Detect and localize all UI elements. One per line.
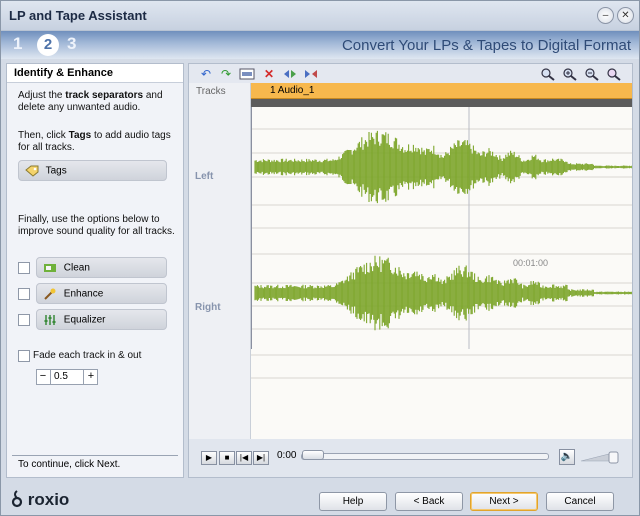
tags-text: Then, click Tags to add audio tags for a…: [18, 130, 171, 153]
transport-bar: ▶ ■ |◀ ▶| 0:00 🔈: [189, 439, 632, 477]
tag-icon: [25, 165, 39, 177]
track-name: 1 Audio_1: [270, 85, 315, 96]
editor-panel: ↶ ↷ ✕ Tracks Left Right 1 Audio_1 00:01:…: [188, 63, 633, 478]
clean-checkbox[interactable]: [18, 262, 30, 274]
intro-text: Adjust the track separators and delete a…: [18, 90, 163, 113]
undo-icon[interactable]: ↶: [198, 67, 214, 81]
equalizer-icon: [44, 315, 56, 325]
help-button[interactable]: Help: [319, 492, 387, 511]
track-segment[interactable]: 1 Audio_1: [251, 83, 632, 99]
panel-title: Identify & Enhance: [7, 64, 183, 83]
minimize-icon[interactable]: –: [597, 7, 614, 24]
zoom-fit-icon[interactable]: [540, 67, 556, 81]
right-channel-label: Right: [195, 302, 221, 313]
right-channel-waveform[interactable]: [254, 255, 633, 331]
enhance-wand-icon: [44, 288, 56, 300]
volume-slider[interactable]: [579, 449, 621, 465]
play-icon[interactable]: ▶: [201, 451, 217, 465]
waveform-display[interactable]: [250, 107, 633, 439]
roxio-logo: roxio: [11, 490, 69, 510]
close-icon[interactable]: ✕: [617, 7, 634, 24]
redo-icon[interactable]: ↷: [218, 67, 234, 81]
tracks-label: Tracks: [196, 86, 226, 97]
position-slider-handle[interactable]: [302, 450, 324, 460]
step-2-current: 2: [37, 34, 59, 56]
identify-enhance-panel: Identify & Enhance Adjust the track sepa…: [6, 63, 184, 478]
position-slider[interactable]: [301, 453, 549, 460]
delete-icon[interactable]: ✕: [261, 67, 277, 81]
step-3: 3: [67, 34, 77, 53]
logo-text: roxio: [27, 490, 70, 509]
decrement-button[interactable]: −: [37, 370, 49, 384]
timecode-marker: 00:01:00: [513, 258, 549, 268]
tracks-area: Tracks Left Right 1 Audio_1 00:01:00: [189, 83, 633, 439]
continue-instruction: To continue, click Next.: [18, 459, 121, 470]
tags-button[interactable]: Tags: [18, 160, 167, 181]
page-heading: Convert Your LPs & Tapes to Digital Form…: [341, 37, 631, 54]
divider: [12, 455, 178, 456]
back-button[interactable]: < Back: [395, 492, 463, 511]
increment-button[interactable]: +: [85, 370, 97, 384]
clean-icon: [44, 264, 56, 272]
lp-tape-assistant-window: LP and Tape Assistant – ✕ 1 2 3 Convert …: [0, 0, 640, 516]
enhance-button[interactable]: Enhance: [36, 283, 167, 304]
next-icon[interactable]: ▶|: [253, 451, 269, 465]
clean-button[interactable]: Clean: [36, 257, 167, 278]
zoom-selection-icon[interactable]: [606, 67, 622, 81]
options-text: Finally, use the options below to improv…: [18, 214, 175, 237]
stop-icon[interactable]: ■: [219, 451, 235, 465]
time-display: 0:00: [277, 450, 297, 461]
zoom-out-icon[interactable]: [584, 67, 600, 81]
fade-checkbox[interactable]: [18, 350, 30, 362]
waveform-area[interactable]: 00:01:00: [250, 107, 633, 439]
fade-duration-stepper[interactable]: − 0.5 +: [36, 369, 98, 385]
track-labels-column: Tracks Left Right: [189, 83, 251, 439]
track-separator-bar[interactable]: [251, 99, 632, 107]
zoom-in-icon[interactable]: [562, 67, 578, 81]
left-channel-label: Left: [195, 171, 214, 182]
title-bar: LP and Tape Assistant – ✕: [1, 1, 639, 31]
equalizer-checkbox[interactable]: [18, 314, 30, 326]
fade-duration-value[interactable]: 0.5: [50, 370, 84, 384]
previous-icon[interactable]: |◀: [236, 451, 252, 465]
split-icon[interactable]: [282, 67, 298, 81]
enhance-checkbox[interactable]: [18, 288, 30, 300]
merge-icon[interactable]: [303, 67, 319, 81]
step-bar: 1 2 3 Convert Your LPs & Tapes to Digita…: [1, 31, 639, 59]
step-1: 1: [13, 34, 23, 53]
rename-icon[interactable]: [239, 67, 255, 81]
cancel-button[interactable]: Cancel: [546, 492, 614, 511]
equalizer-button[interactable]: Equalizer: [36, 309, 167, 330]
fade-label: Fade each track in & out: [33, 350, 142, 361]
window-title: LP and Tape Assistant: [9, 8, 147, 23]
left-channel-waveform[interactable]: [254, 130, 633, 204]
next-button[interactable]: Next >: [470, 492, 538, 511]
volume-icon[interactable]: 🔈: [559, 449, 575, 465]
roxio-logo-icon: [11, 490, 23, 508]
